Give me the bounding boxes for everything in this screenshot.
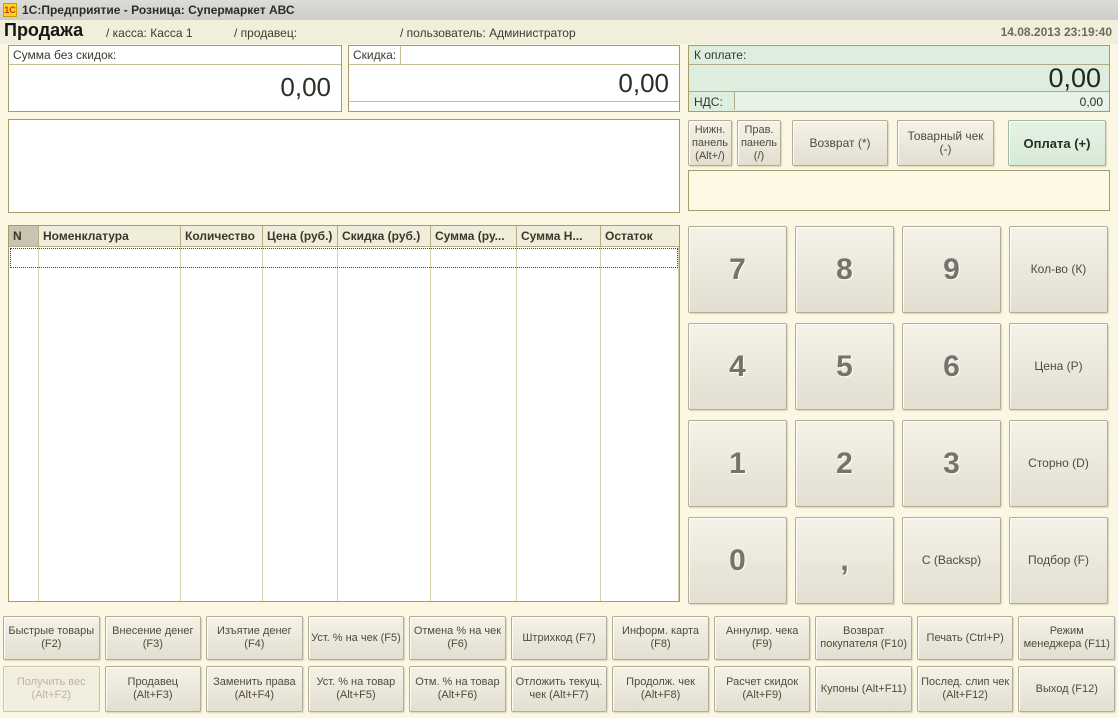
user-label: / пользователь: Администратор (400, 26, 576, 40)
numpad-7-key[interactable]: 7 (688, 226, 787, 313)
body-column-nomenclature (39, 247, 181, 601)
discount-label: Скидка: (349, 46, 402, 65)
page-title: Продажа (4, 20, 84, 40)
numpad-0-key[interactable]: 0 (688, 517, 787, 604)
vat-value: 0,00 (735, 92, 1109, 110)
header-band: Продажа / касса: Касса 1 / продавец: / п… (0, 20, 1118, 44)
set-item-discount-button[interactable]: Уст. % на товар (Alt+F5) (307, 666, 405, 712)
last-slip-button[interactable]: Послед. слип чек (Alt+F12) (916, 666, 1014, 712)
receipt-items-table[interactable]: N Номенклатура Количество Цена (руб.) Ск… (8, 225, 680, 602)
column-header-quantity: Количество (181, 226, 263, 246)
change-rights-button[interactable]: Заменить права (Alt+F4) (206, 666, 303, 712)
body-column-quantity (181, 247, 263, 601)
body-column-stock (601, 247, 679, 601)
numpad-4-key[interactable]: 4 (688, 323, 787, 410)
seller-label: / продавец: (234, 26, 298, 40)
numpad-2-key[interactable]: 2 (795, 420, 894, 507)
return-button[interactable]: Возврат (*) (792, 120, 888, 166)
body-column-sum-vat (517, 247, 601, 601)
sum-no-discount-label: Сумма без скидок: (9, 46, 341, 65)
column-header-n: N (9, 226, 39, 246)
sum-no-discount-value: 0,00 (280, 72, 331, 102)
clear-backspace-key[interactable]: С (Backsp) (902, 517, 1001, 604)
discount-value: 0,00 (618, 68, 669, 98)
numpad: 7 8 9 Кол-во (К) 4 5 6 Цена (Р) 1 2 3 Ст… (688, 226, 1108, 604)
bottom-panel-button[interactable]: Нижн. панель (Alt+/) (688, 120, 732, 166)
cancel-check-discount-button[interactable]: Отмена % на чек (F6) (409, 616, 506, 660)
to-pay-label: К оплате: (689, 46, 1109, 65)
vat-row: НДС: 0,00 (689, 91, 1109, 110)
selected-empty-row[interactable] (10, 248, 678, 268)
entry-display[interactable] (688, 170, 1110, 211)
message-display-panel (8, 119, 680, 213)
discount-box: Скидка: 0,00 (348, 45, 680, 112)
sales-receipt-button[interactable]: Товарный чек (-) (897, 120, 994, 166)
table-body[interactable] (9, 247, 679, 601)
register-label: / касса: Касса 1 (106, 26, 193, 40)
exit-button[interactable]: Выход (F12) (1018, 666, 1116, 712)
numpad-3-key[interactable]: 3 (902, 420, 1001, 507)
function-row-1: Быстрые товары (F2) Внесение денег (F3) … (3, 616, 1116, 660)
quantity-key[interactable]: Кол-во (К) (1009, 226, 1108, 313)
discount-label-row: Скидка: (349, 46, 679, 65)
cancel-item-discount-button[interactable]: Отм. % на товар (Alt+F6) (409, 666, 506, 712)
window-title: 1С:Предприятие - Розница: Супермаркет АВ… (22, 3, 295, 17)
body-column-sum (431, 247, 517, 601)
item-select-key[interactable]: Подбор (F) (1009, 517, 1108, 604)
get-weight-button: Получить вес (Alt+F2) (3, 666, 100, 712)
numpad-6-key[interactable]: 6 (902, 323, 1001, 410)
body-column-price (263, 247, 338, 601)
numpad-8-key[interactable]: 8 (795, 226, 894, 313)
datetime-label: 14.08.2013 23:19:40 (1000, 25, 1112, 39)
calc-discounts-button[interactable]: Расчет скидок (Alt+F9) (713, 666, 811, 712)
body-column-n (9, 247, 39, 601)
hold-receipt-button[interactable]: Отложить текущ. чек (Alt+F7) (510, 666, 608, 712)
sum-no-discount-box: Сумма без скидок: 0,00 (8, 45, 342, 112)
storno-key[interactable]: Сторно (D) (1009, 420, 1108, 507)
titlebar: 1С 1С:Предприятие - Розница: Супермаркет… (0, 0, 1118, 20)
price-key[interactable]: Цена (Р) (1009, 323, 1108, 410)
set-check-discount-button[interactable]: Уст. % на чек (F5) (307, 616, 405, 660)
function-row-2: Получить вес (Alt+F2) Продавец (Alt+F3) … (3, 666, 1116, 712)
column-header-stock: Остаток (605, 229, 653, 243)
numpad-1-key[interactable]: 1 (688, 420, 787, 507)
quick-goods-button[interactable]: Быстрые товары (F2) (3, 616, 100, 660)
column-header-price: Цена (руб.) (263, 226, 338, 246)
void-receipt-button[interactable]: Аннулир. чека (F9) (713, 616, 811, 660)
print-button[interactable]: Печать (Ctrl+P) (916, 616, 1014, 660)
cash-in-button[interactable]: Внесение денег (F3) (104, 616, 202, 660)
vat-label: НДС: (689, 92, 735, 110)
coupons-button[interactable]: Купоны (Alt+F11) (815, 666, 912, 712)
comma-key[interactable]: , (795, 517, 894, 604)
column-header-sum: Сумма (ру... (431, 226, 517, 246)
table-header-row: N Номенклатура Количество Цена (руб.) Ск… (9, 226, 679, 247)
cash-out-button[interactable]: Изъятие денег (F4) (206, 616, 303, 660)
right-panel-button[interactable]: Прав. панель (/) (737, 120, 781, 166)
to-pay-panel: К оплате: 0,00 НДС: 0,00 (688, 45, 1110, 112)
column-header-sum-vat: Сумма Н... (517, 226, 601, 246)
barcode-button[interactable]: Штрихкод (F7) (510, 616, 608, 660)
info-card-button[interactable]: Информ. карта (F8) (612, 616, 709, 660)
seller-button[interactable]: Продавец (Alt+F3) (104, 666, 202, 712)
1c-logo-icon: 1С (3, 3, 17, 17)
payment-button[interactable]: Оплата (+) (1008, 120, 1106, 166)
discount-footer-strip (349, 101, 679, 115)
to-pay-value: 0,00 (1048, 63, 1101, 93)
body-column-discount (338, 247, 431, 601)
column-header-nomenclature: Номенклатура (39, 226, 181, 246)
pos-window: 1С 1С:Предприятие - Розница: Супермаркет… (0, 0, 1118, 718)
numpad-9-key[interactable]: 9 (902, 226, 1001, 313)
manager-mode-button[interactable]: Режим менеджера (F11) (1018, 616, 1116, 660)
continue-receipt-button[interactable]: Продолж. чек (Alt+F8) (612, 666, 709, 712)
column-header-discount: Скидка (руб.) (338, 226, 431, 246)
numpad-5-key[interactable]: 5 (795, 323, 894, 410)
customer-return-button[interactable]: Возврат покупателя (F10) (815, 616, 912, 660)
